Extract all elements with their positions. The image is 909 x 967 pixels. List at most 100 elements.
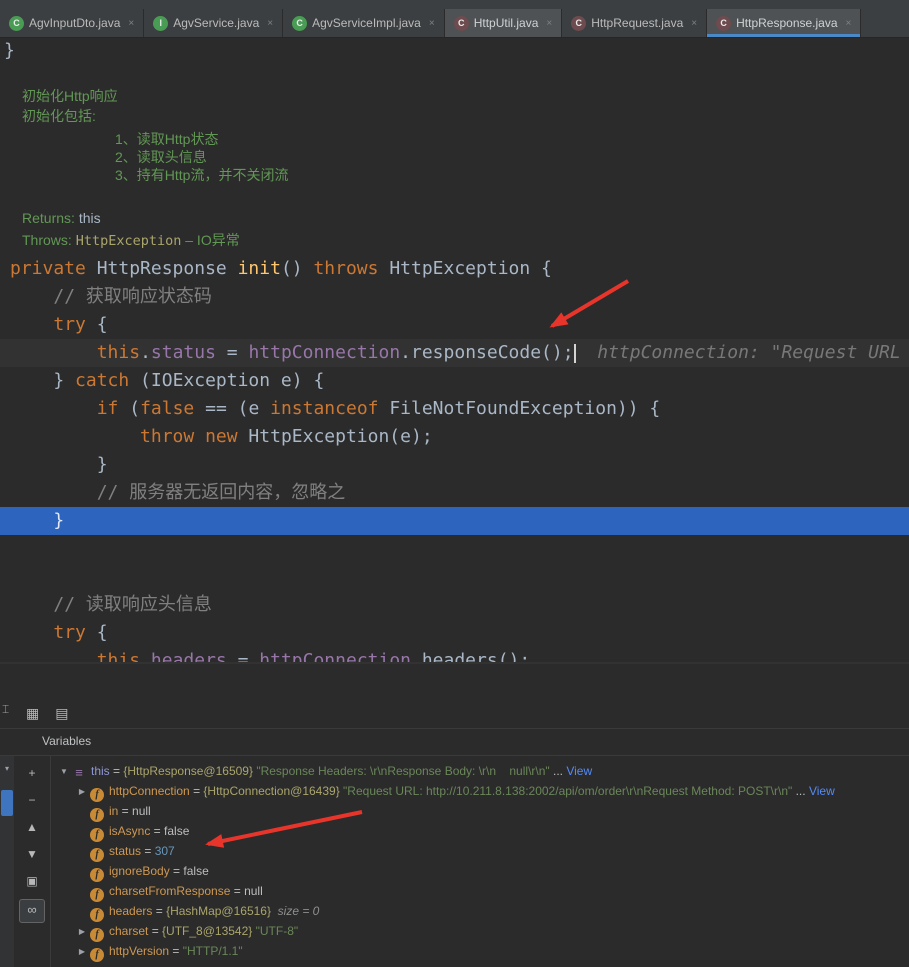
view-breakpoints-button[interactable]: ∞ bbox=[19, 899, 45, 923]
tab-AgvService.java[interactable]: I AgvService.java × bbox=[144, 9, 284, 37]
variable-row[interactable]: f isAsync = false bbox=[51, 821, 909, 842]
view-link[interactable]: View bbox=[809, 784, 835, 798]
layout-settings-icon[interactable]: ▤ bbox=[55, 705, 68, 722]
code-line[interactable]: this.headers = httpConnection.headers(); bbox=[0, 647, 909, 662]
rendered-javadoc: 初始化Http响应 初始化包括: 1、读取Http状态 2、读取头信息 3、持有Ht… bbox=[22, 86, 909, 251]
tool-window-edge-icon[interactable]: ⌶ bbox=[2, 702, 9, 717]
code-line[interactable]: throw new HttpException(e); bbox=[0, 423, 909, 451]
code-token: .headers(); bbox=[411, 650, 531, 662]
throws-type: HttpException bbox=[75, 233, 182, 249]
variable-value: ... bbox=[792, 784, 809, 798]
remove-watch-button[interactable]: − bbox=[20, 791, 44, 809]
variable-row[interactable]: f bbox=[51, 961, 909, 967]
code-token: // 服务器无返回内容，忽略之 bbox=[96, 482, 346, 503]
code-token: HttpException(e); bbox=[237, 426, 433, 447]
scroll-up-button[interactable]: ▲ bbox=[20, 818, 44, 836]
close-tab-icon[interactable]: × bbox=[846, 18, 852, 29]
variable-value: "Response Headers: \r\nResponse Body: \r… bbox=[256, 764, 550, 778]
variable-row[interactable]: f status = 307 bbox=[51, 841, 909, 862]
class-icon: C bbox=[292, 15, 308, 31]
code-line[interactable]: // 服务器无返回内容，忽略之 bbox=[0, 479, 909, 507]
field-icon: f bbox=[90, 788, 104, 802]
interface-icon: I bbox=[153, 15, 169, 31]
variable-value: = bbox=[230, 884, 245, 898]
close-tab-icon[interactable]: × bbox=[128, 18, 134, 29]
add-watch-button[interactable]: + bbox=[20, 764, 44, 782]
variable-name: headers bbox=[109, 904, 153, 918]
scroll-down-button[interactable]: ▼ bbox=[20, 845, 44, 863]
tab-HttpResponse.java[interactable]: C HttpResponse.java × bbox=[707, 9, 862, 37]
code-line[interactable]: } catch (IOException e) { bbox=[0, 367, 909, 395]
variable-value: = bbox=[148, 924, 163, 938]
code-token: httpConnection bbox=[248, 342, 401, 363]
code-line[interactable]: // 读取响应头信息 bbox=[0, 591, 909, 619]
tree-chevron-icon[interactable]: ▶ bbox=[74, 782, 90, 802]
variable-name: charsetFromResponse bbox=[109, 884, 231, 898]
field-icon: f bbox=[90, 888, 104, 902]
variables-tree: ▼ ≡ this = {HttpResponse@16509} "Response … bbox=[51, 756, 909, 967]
code-token: // 获取响应状态码 bbox=[53, 286, 212, 307]
tab-HttpRequest.java[interactable]: C HttpRequest.java × bbox=[562, 9, 708, 37]
copy-value-button[interactable]: ▣ bbox=[20, 872, 44, 890]
code-line[interactable]: // 获取响应状态码 bbox=[0, 283, 909, 311]
code-line[interactable]: private HttpResponse init() throws HttpE… bbox=[0, 255, 909, 283]
tree-chevron-icon[interactable]: ▼ bbox=[56, 762, 72, 782]
chevron-down-icon[interactable]: ▾ bbox=[0, 764, 14, 773]
close-tab-icon[interactable]: × bbox=[546, 18, 552, 29]
tree-chevron-icon[interactable]: ▶ bbox=[74, 922, 90, 942]
variable-value: = bbox=[141, 844, 155, 858]
close-tab-icon[interactable]: × bbox=[691, 18, 697, 29]
code-line[interactable]: this.status = httpConnection.responseCod… bbox=[0, 339, 909, 367]
class-icon: C bbox=[571, 15, 587, 31]
doc-list-item: 1、读取Http状态 bbox=[115, 131, 219, 147]
view-link[interactable]: View bbox=[566, 764, 592, 778]
code-line[interactable]: try { bbox=[0, 619, 909, 647]
variable-name: httpConnection bbox=[109, 784, 190, 798]
tab-AgvServiceImpl.java[interactable]: C AgvServiceImpl.java × bbox=[283, 9, 445, 37]
debug-panel: ⌶ ▦ ▤ Variables ▾ + − ▲ ▼ ▣ ∞ ▼ ≡ this = {HttpRe… bbox=[0, 664, 909, 967]
tree-chevron-icon[interactable]: ▶ bbox=[74, 942, 90, 962]
stripe-selected-indicator[interactable] bbox=[1, 790, 13, 816]
variable-icon: ≡ bbox=[75, 765, 83, 780]
code-line[interactable]: } bbox=[0, 507, 909, 535]
code-line[interactable] bbox=[0, 563, 909, 591]
close-tab-icon[interactable]: × bbox=[267, 18, 273, 29]
variable-row[interactable]: f charsetFromResponse = null bbox=[51, 881, 909, 902]
doc-throws-row: Throws: HttpException – IO异常 bbox=[22, 230, 909, 251]
code-token: HttpResponse bbox=[85, 258, 238, 279]
field-icon: f bbox=[90, 928, 104, 942]
variable-row[interactable]: ▶ f httpConnection = {HttpConnection@16439… bbox=[51, 781, 909, 802]
variable-row[interactable]: f headers = {HashMap@16516} size = 0 bbox=[51, 901, 909, 922]
code-token: throw bbox=[140, 426, 195, 447]
code-editor[interactable]: } 初始化Http响应 初始化包括: 1、读取Http状态 2、读取头信息 3、持有… bbox=[0, 38, 909, 662]
doc-line: 初始化Http响应 bbox=[22, 88, 118, 104]
variable-value: = bbox=[169, 944, 183, 958]
code-token: this bbox=[96, 342, 141, 363]
variable-value: false bbox=[183, 864, 209, 878]
doc-list: 1、读取Http状态 2、读取头信息 3、持有Http流，并不关闭流 bbox=[115, 130, 909, 184]
code-line[interactable]: if (false == (e instanceof FileNotFoundE… bbox=[0, 395, 909, 423]
variable-row[interactable]: ▶ f charset = {UTF_8@13542} "UTF-8" bbox=[51, 921, 909, 942]
tab-AgvInputDto.java[interactable]: C AgvInputDto.java × bbox=[0, 9, 145, 37]
field-icon: f bbox=[90, 908, 104, 922]
variable-row[interactable]: ▼ ≡ this = {HttpResponse@16509} "Response … bbox=[51, 761, 909, 781]
variable-value: {HttpResponse@16509} bbox=[123, 764, 257, 778]
close-tab-icon[interactable]: × bbox=[429, 18, 435, 29]
variable-value: "HTTP/1.1" bbox=[182, 944, 243, 958]
variable-row[interactable]: f ignoreBody = false bbox=[51, 861, 909, 882]
variable-row[interactable]: ▶ f httpVersion = "HTTP/1.1" bbox=[51, 941, 909, 962]
grid-view-icon[interactable]: ▦ bbox=[26, 705, 39, 722]
code-token: == (e bbox=[194, 398, 271, 419]
variable-value: ... bbox=[549, 764, 567, 778]
variables-header[interactable]: Variables bbox=[0, 728, 909, 756]
variable-row[interactable]: f in = null bbox=[51, 801, 909, 822]
variable-value: null bbox=[132, 804, 151, 818]
code-line[interactable]: } bbox=[0, 451, 909, 479]
code-line[interactable] bbox=[0, 535, 909, 563]
tab-HttpUtil.java[interactable]: C HttpUtil.java × bbox=[444, 9, 563, 37]
code-line[interactable]: try { bbox=[0, 311, 909, 339]
